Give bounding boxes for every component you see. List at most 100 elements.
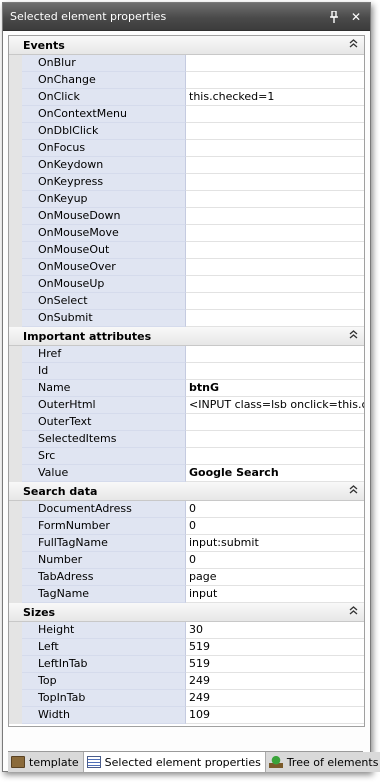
tab-template[interactable]: template: [8, 752, 84, 772]
row-gutter: [9, 106, 22, 123]
collapse-chevron-icon[interactable]: [342, 485, 364, 497]
property-value[interactable]: [186, 293, 364, 310]
property-value[interactable]: [186, 55, 364, 72]
property-row[interactable]: Height 30: [9, 622, 364, 639]
property-row[interactable]: FullTagName input:submit: [9, 535, 364, 552]
property-row[interactable]: OnKeyup: [9, 191, 364, 208]
property-value[interactable]: 519: [186, 639, 364, 656]
property-value[interactable]: 30: [186, 622, 364, 639]
property-row[interactable]: OnContextMenu: [9, 106, 364, 123]
property-value[interactable]: [186, 208, 364, 225]
property-row[interactable]: OuterHtml <INPUT class=lsb onclick=this.c…: [9, 397, 364, 414]
property-value[interactable]: [186, 414, 364, 431]
category-header[interactable]: Important attributes: [9, 327, 364, 346]
property-value[interactable]: [186, 72, 364, 89]
collapse-chevron-icon[interactable]: [342, 330, 364, 342]
property-value[interactable]: [186, 191, 364, 208]
property-value[interactable]: [186, 363, 364, 380]
property-value[interactable]: [186, 157, 364, 174]
property-name: Id: [22, 363, 186, 380]
property-row[interactable]: OnBlur: [9, 55, 364, 72]
property-value[interactable]: 519: [186, 656, 364, 673]
property-row[interactable]: OnDblClick: [9, 123, 364, 140]
category-title: Sizes: [23, 605, 56, 619]
property-row[interactable]: OnMouseMove: [9, 225, 364, 242]
property-value[interactable]: [186, 310, 364, 327]
property-row[interactable]: OnKeydown: [9, 157, 364, 174]
property-value[interactable]: [186, 276, 364, 293]
property-row[interactable]: Top 249: [9, 673, 364, 690]
pin-icon[interactable]: [326, 9, 342, 25]
property-row[interactable]: DocumentAdress 0: [9, 501, 364, 518]
property-row[interactable]: TabAdress page: [9, 569, 364, 586]
property-row[interactable]: TagName input: [9, 586, 364, 603]
property-value[interactable]: [186, 242, 364, 259]
tab-tree[interactable]: Tree of elements: [265, 752, 380, 772]
property-value[interactable]: this.checked=1: [186, 89, 364, 106]
property-row[interactable]: OnMouseDown: [9, 208, 364, 225]
category-header[interactable]: Search data: [9, 482, 364, 501]
property-value[interactable]: [186, 106, 364, 123]
property-row[interactable]: OnFocus: [9, 140, 364, 157]
property-row[interactable]: OnKeypress: [9, 174, 364, 191]
property-row[interactable]: Number 0: [9, 552, 364, 569]
property-value[interactable]: [186, 140, 364, 157]
collapse-chevron-icon[interactable]: [342, 39, 364, 51]
row-gutter: [9, 690, 22, 707]
property-row[interactable]: LeftInTab 519: [9, 656, 364, 673]
property-row[interactable]: OnSubmit: [9, 310, 364, 327]
property-value[interactable]: <INPUT class=lsb onclick=this.c...: [186, 397, 364, 414]
property-value[interactable]: [186, 225, 364, 242]
property-row[interactable]: Value Google Search: [9, 465, 364, 482]
property-row[interactable]: OuterText: [9, 414, 364, 431]
property-value[interactable]: [186, 259, 364, 276]
property-row[interactable]: OnMouseUp: [9, 276, 364, 293]
property-value[interactable]: Google Search: [186, 465, 364, 482]
property-row[interactable]: SelectedItems: [9, 431, 364, 448]
property-name: OnFocus: [22, 140, 186, 157]
property-row[interactable]: OnMouseOver: [9, 259, 364, 276]
property-value[interactable]: [186, 346, 364, 363]
property-value[interactable]: [186, 174, 364, 191]
collapse-chevron-icon[interactable]: [342, 606, 364, 618]
property-value[interactable]: btnG: [186, 380, 364, 397]
property-name: LeftInTab: [22, 656, 186, 673]
property-row[interactable]: TopInTab 249: [9, 690, 364, 707]
category-title: Important attributes: [23, 329, 152, 343]
property-name: DocumentAdress: [22, 501, 186, 518]
tab-label: Selected element properties: [104, 755, 261, 769]
close-icon[interactable]: ✕: [348, 9, 364, 25]
property-name: OnKeyup: [22, 191, 186, 208]
property-row[interactable]: OnMouseOut: [9, 242, 364, 259]
property-row[interactable]: Id: [9, 363, 364, 380]
property-row[interactable]: OnSelect: [9, 293, 364, 310]
property-value[interactable]: 249: [186, 690, 364, 707]
property-value[interactable]: 109: [186, 707, 364, 724]
property-value[interactable]: 0: [186, 501, 364, 518]
property-row[interactable]: Left 519: [9, 639, 364, 656]
property-value[interactable]: page: [186, 569, 364, 586]
property-name: OnMouseDown: [22, 208, 186, 225]
category-header[interactable]: Sizes: [9, 603, 364, 622]
tab-properties[interactable]: Selected element properties: [83, 752, 266, 772]
tab-label: Tree of elements: [286, 755, 379, 769]
property-name: OnSubmit: [22, 310, 186, 327]
property-row[interactable]: OnChange: [9, 72, 364, 89]
property-value[interactable]: input:submit: [186, 535, 364, 552]
property-value[interactable]: 0: [186, 552, 364, 569]
property-value[interactable]: [186, 123, 364, 140]
category-header[interactable]: Events: [9, 36, 364, 55]
property-row[interactable]: Src: [9, 448, 364, 465]
property-row[interactable]: Name btnG: [9, 380, 364, 397]
row-gutter: [9, 465, 22, 482]
property-name: OuterText: [22, 414, 186, 431]
property-value[interactable]: 249: [186, 673, 364, 690]
property-row[interactable]: FormNumber 0: [9, 518, 364, 535]
property-value[interactable]: [186, 448, 364, 465]
property-value[interactable]: input: [186, 586, 364, 603]
property-value[interactable]: [186, 431, 364, 448]
property-row[interactable]: OnClick this.checked=1: [9, 89, 364, 106]
property-value[interactable]: 0: [186, 518, 364, 535]
property-row[interactable]: Href: [9, 346, 364, 363]
property-row[interactable]: Width 109: [9, 707, 364, 724]
